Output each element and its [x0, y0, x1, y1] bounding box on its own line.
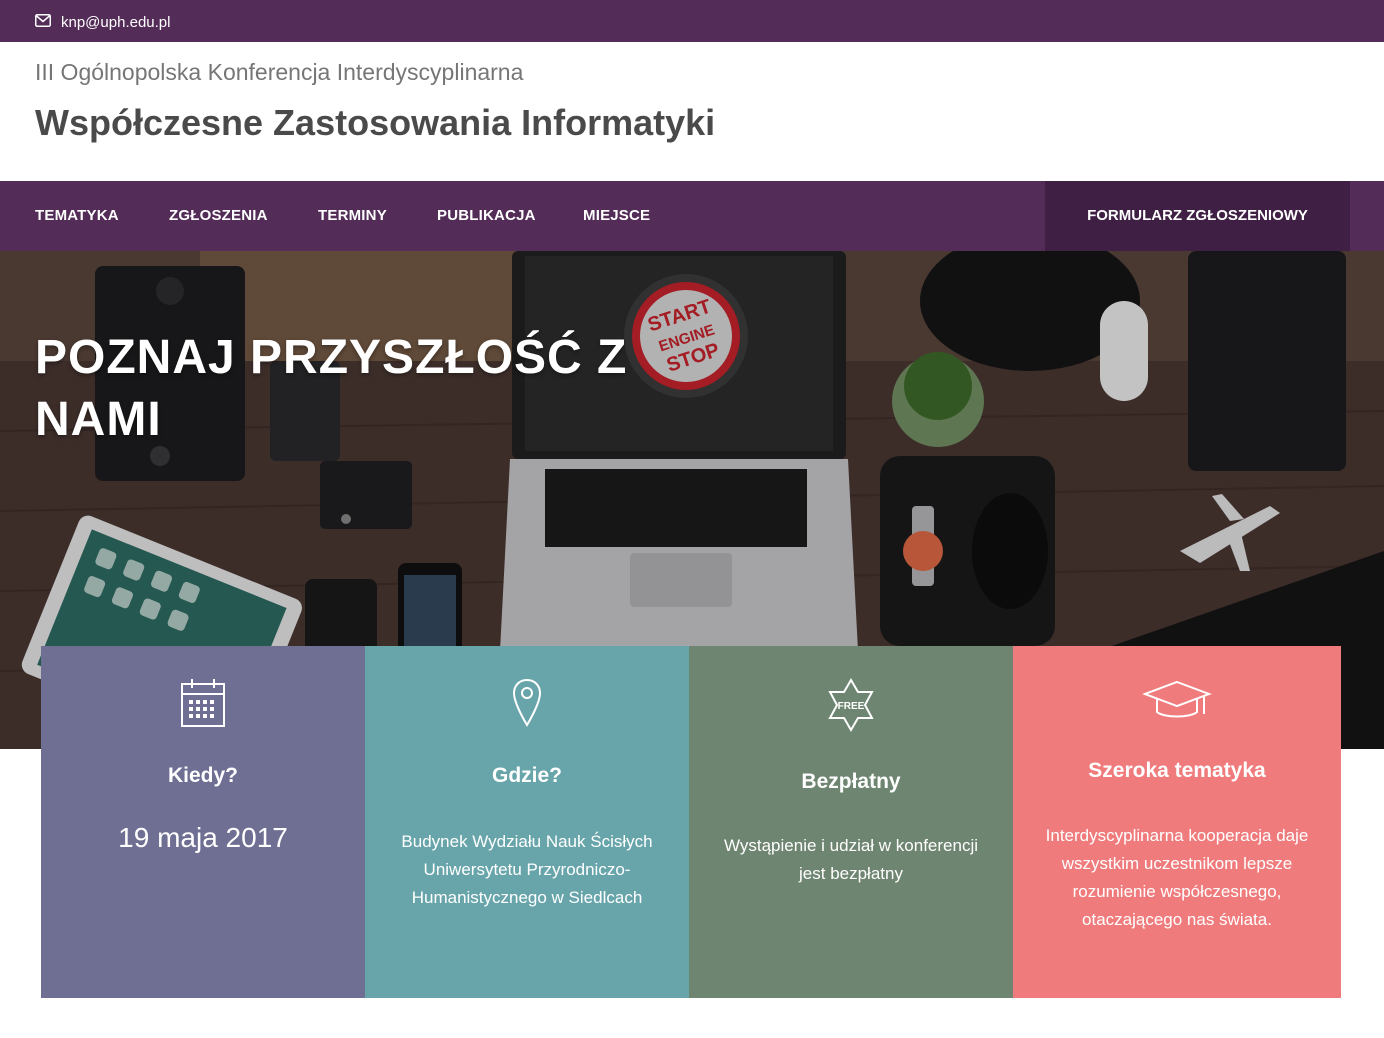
email-link[interactable]: knp@uph.edu.pl [35, 14, 170, 31]
card-where-title: Gdzie? [491, 764, 562, 787]
card-topics-text: Interdyscyplinarna kooperacja daje wszys… [1045, 826, 1309, 929]
card-when-date: 19 maja 2017 [118, 822, 288, 853]
top-bar: knp@uph.edu.pl [0, 0, 1384, 42]
free-badge-icon: FREE [826, 678, 876, 737]
envelope-icon [35, 14, 51, 31]
site-header: III Ogólnopolska Konferencja Interdyscyp… [0, 42, 1384, 181]
calendar-icon [180, 678, 226, 733]
card-when-title: Kiedy? [167, 764, 238, 787]
graduation-cap-icon [1142, 678, 1212, 729]
card-where: Gdzie? Budynek Wydziału Nauk Ścisłych Un… [365, 646, 689, 998]
card-free-title: Bezpłatny [801, 770, 901, 793]
site-title[interactable]: Współczesne Zastosowania Informatyki [35, 102, 715, 144]
info-cards: Kiedy? 19 maja 2017 Gdzie? Budynek Wydzi… [41, 646, 1341, 998]
card-free: FREE Bezpłatny Wystąpienie i udział w ko… [689, 646, 1013, 998]
card-free-text: Wystąpienie i udział w konferencji jest … [723, 836, 979, 883]
nav-item-terminy[interactable]: TERMINY [318, 181, 387, 251]
hero-headline: POZNAJ PRZYSZŁOŚĆ Z NAMI [35, 331, 628, 446]
registration-form-button[interactable]: FORMULARZ ZGŁOSZENIOWY [1045, 181, 1350, 251]
nav-item-zgloszenia[interactable]: ZGŁOSZENIA [169, 181, 268, 251]
card-where-text: Budynek Wydziału Nauk Ścisłych Uniwersyt… [401, 832, 653, 907]
email-text: knp@uph.edu.pl [61, 14, 171, 31]
card-when: Kiedy? 19 maja 2017 [41, 646, 365, 998]
card-topics: Szeroka tematyka Interdyscyplinarna koop… [1013, 646, 1341, 998]
map-pin-icon [512, 678, 542, 733]
card-topics-title: Szeroka tematyka [1088, 759, 1266, 782]
free-badge-text: FREE [838, 701, 865, 712]
nav-item-tematyka[interactable]: TEMATYKA [35, 181, 119, 251]
nav-item-miejsce[interactable]: MIEJSCE [583, 181, 650, 251]
main-nav: TEMATYKA ZGŁOSZENIA TERMINY PUBLIKACJA M… [0, 181, 1384, 251]
conference-subtitle: III Ogólnopolska Konferencja Interdyscyp… [35, 59, 524, 85]
nav-item-publikacja[interactable]: PUBLIKACJA [437, 181, 536, 251]
